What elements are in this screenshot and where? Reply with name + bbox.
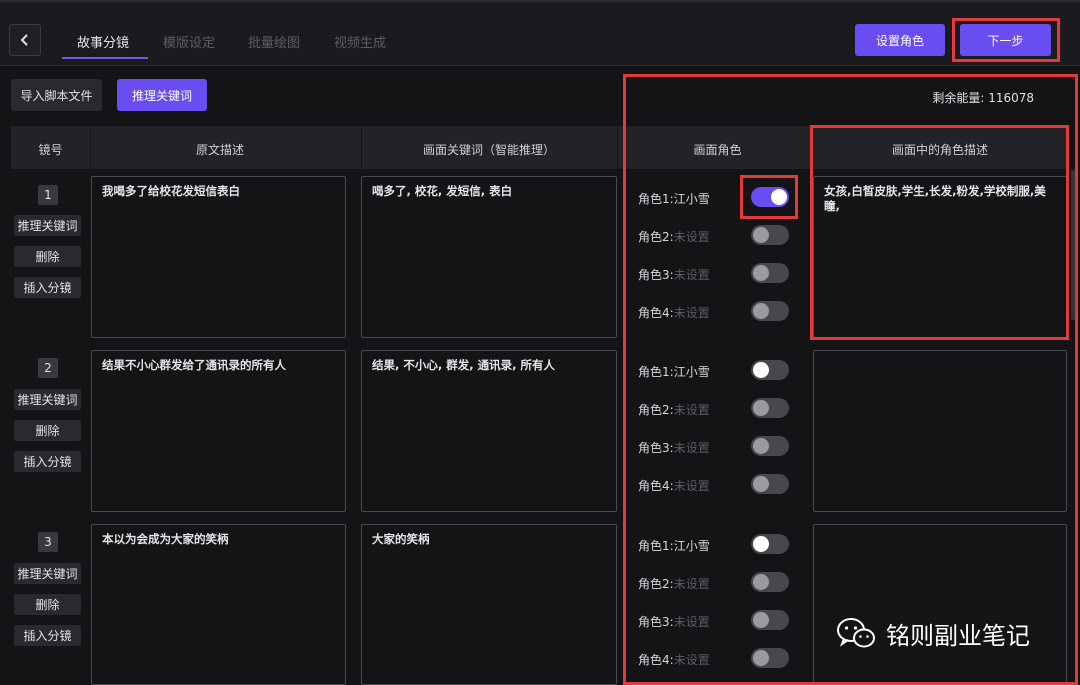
row-delete-button[interactable]: 删除 <box>14 246 81 267</box>
energy-display: 剩余能量: 116078 <box>932 89 1034 106</box>
row-infer-keywords-button[interactable]: 推理关键词 <box>14 389 81 410</box>
column-header-keywords: 画面关键词（智能推理） <box>422 143 555 157</box>
tab-storyboard[interactable]: 故事分镜 <box>77 32 129 51</box>
tab-batch-draw[interactable]: 批量绘图 <box>248 32 300 51</box>
role-toggle[interactable] <box>751 263 789 283</box>
infer-keywords-button[interactable]: 推理关键词 <box>117 79 207 111</box>
scrollbar[interactable] <box>1071 170 1075 320</box>
role-toggle[interactable] <box>751 225 789 245</box>
role-toggle[interactable] <box>751 474 789 494</box>
row-index: 3 <box>38 532 58 552</box>
role-label: 角色1:江小雪 <box>638 539 710 553</box>
row-index: 1 <box>38 185 58 205</box>
role-label: 角色3:未设置 <box>638 615 710 629</box>
keywords-input[interactable]: 结果, 不小心, 群发, 通讯录, 所有人 <box>361 350 617 512</box>
row-insert-shot-button[interactable]: 插入分镜 <box>14 277 81 298</box>
original-text-input[interactable]: 本以为会成为大家的笑柄 <box>91 524 346 685</box>
role-label: 角色4:未设置 <box>638 306 710 320</box>
row-infer-keywords-button[interactable]: 推理关键词 <box>14 215 81 236</box>
role-label: 角色3:未设置 <box>638 268 710 282</box>
role-toggle[interactable] <box>751 610 789 630</box>
original-text-input[interactable]: 结果不小心群发给了通讯录的所有人 <box>91 350 346 512</box>
role-label: 角色4:未设置 <box>638 479 710 493</box>
keywords-input[interactable]: 喝多了, 校花, 发短信, 表白 <box>361 176 617 338</box>
energy-label: 剩余能量: <box>932 91 985 105</box>
role-toggle[interactable] <box>751 534 789 554</box>
import-script-button[interactable]: 导入脚本文件 <box>11 79 102 111</box>
role-label: 角色3:未设置 <box>638 441 710 455</box>
row-delete-button[interactable]: 删除 <box>14 594 81 615</box>
role-label: 角色2:未设置 <box>638 230 710 244</box>
watermark: 铭则副业笔记 <box>836 616 1030 651</box>
watermark-text: 铭则副业笔记 <box>886 622 1030 650</box>
role-toggle[interactable] <box>751 301 789 321</box>
chevron-left-icon <box>20 34 28 46</box>
role-label: 角色1:江小雪 <box>638 365 710 379</box>
active-tab-indicator <box>62 57 148 59</box>
role-label: 角色2:未设置 <box>638 577 710 591</box>
wechat-icon <box>837 617 875 647</box>
set-roles-button[interactable]: 设置角色 <box>855 24 945 56</box>
role-toggle[interactable] <box>751 360 789 380</box>
column-header-original: 原文描述 <box>195 143 244 157</box>
column-divider <box>617 126 618 169</box>
back-button[interactable] <box>9 24 41 56</box>
role-label: 角色4:未设置 <box>638 653 710 667</box>
role-toggle[interactable] <box>751 187 789 207</box>
role-toggle[interactable] <box>751 648 789 668</box>
column-header-roles: 画面角色 <box>693 143 742 157</box>
role-description-input[interactable]: 女孩,白皙皮肤,学生,长发,粉发,学校制服,美瞳, <box>813 176 1067 338</box>
role-toggle[interactable] <box>751 436 789 456</box>
energy-value: 116078 <box>988 91 1034 105</box>
role-description-input[interactable] <box>813 524 1067 685</box>
role-label: 角色1:江小雪 <box>638 192 710 206</box>
role-toggle[interactable] <box>751 398 789 418</box>
tab-video[interactable]: 视频生成 <box>334 32 386 51</box>
row-insert-shot-button[interactable]: 插入分镜 <box>14 625 81 646</box>
role-description-input[interactable] <box>813 350 1067 512</box>
role-label: 角色2:未设置 <box>638 403 710 417</box>
tab-template[interactable]: 模版设定 <box>163 32 215 51</box>
role-toggle[interactable] <box>751 572 789 592</box>
next-step-button[interactable]: 下一步 <box>960 24 1051 56</box>
row-delete-button[interactable]: 删除 <box>14 420 81 441</box>
column-header-index: 镜号 <box>38 143 63 157</box>
keywords-input[interactable]: 大家的笑柄 <box>361 524 617 685</box>
row-insert-shot-button[interactable]: 插入分镜 <box>14 451 81 472</box>
original-text-input[interactable]: 我喝多了给校花发短信表白 <box>91 176 346 338</box>
row-index: 2 <box>38 358 58 378</box>
top-edge <box>0 0 1080 2</box>
column-header-role-desc: 画面中的角色描述 <box>891 143 988 157</box>
row-infer-keywords-button[interactable]: 推理关键词 <box>14 563 81 584</box>
